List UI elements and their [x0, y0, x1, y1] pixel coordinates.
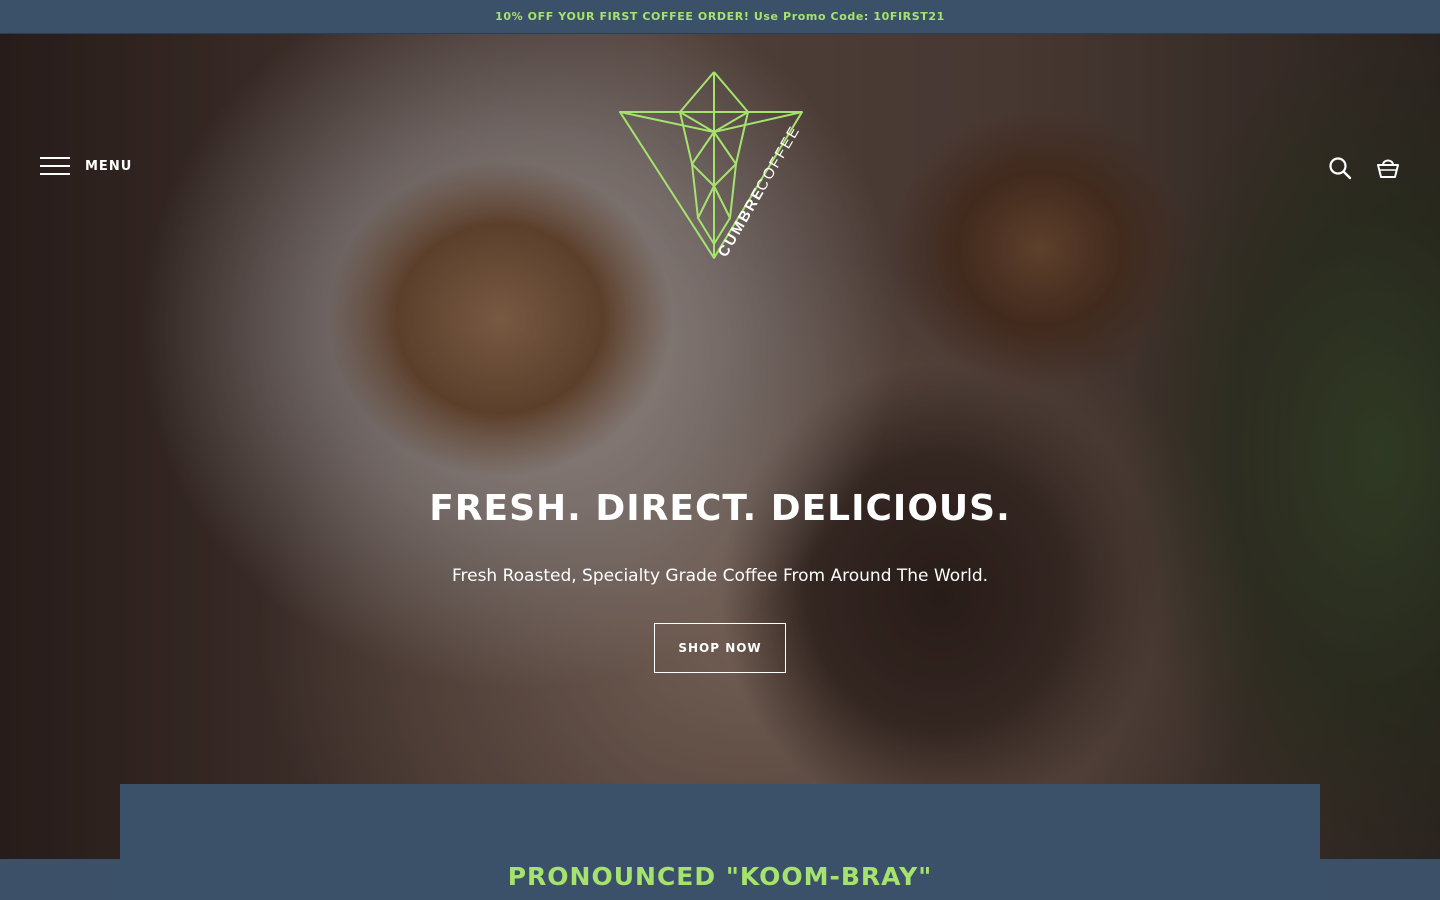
shop-now-button[interactable]: SHOP NOW: [654, 623, 786, 673]
cart-icon[interactable]: [1376, 156, 1400, 180]
hamburger-icon: [40, 156, 70, 176]
hero-title: FRESH. DIRECT. DELICIOUS.: [429, 488, 1011, 529]
search-icon[interactable]: [1328, 156, 1352, 180]
menu-button[interactable]: MENU: [40, 156, 132, 176]
menu-label: MENU: [85, 158, 133, 174]
hero-subtitle: Fresh Roasted, Specialty Grade Coffee Fr…: [451, 566, 989, 586]
announcement-text: 10% OFF YOUR FIRST COFFEE ORDER! Use Pro…: [495, 10, 945, 23]
header-actions: [1328, 156, 1400, 180]
intro-heading: PRONOUNCED "KOOM-BRAY": [507, 862, 933, 891]
cumbre-coffee-logo[interactable]: CUMBRE COFFEE: [614, 68, 826, 264]
announcement-bar: 10% OFF YOUR FIRST COFFEE ORDER! Use Pro…: [0, 0, 1440, 34]
logo-mark-icon: CUMBRE COFFEE: [619, 71, 804, 260]
logo-text-cumbre: CUMBRE: [715, 184, 769, 260]
logo-text-coffee: COFFEE: [753, 122, 804, 194]
